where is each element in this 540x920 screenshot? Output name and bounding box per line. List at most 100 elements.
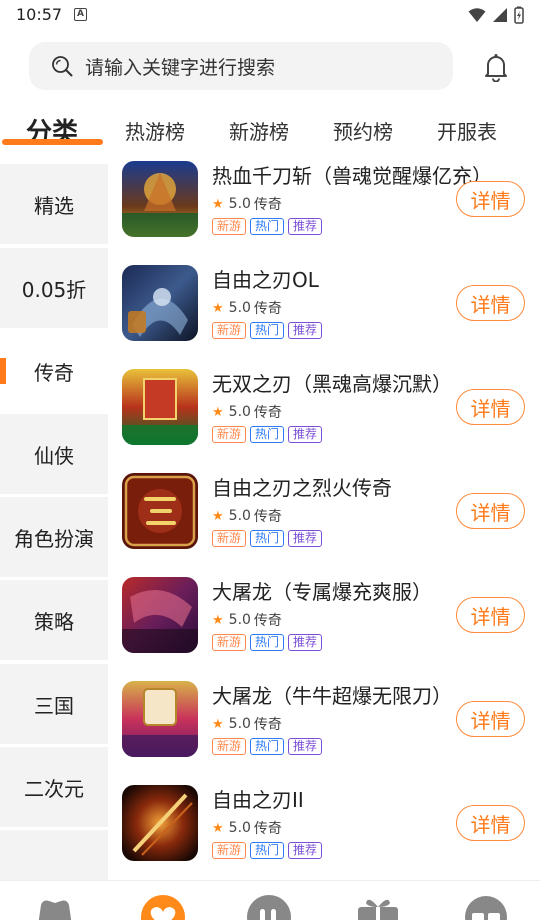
tag-recommend: 推荐 [288, 426, 323, 443]
search-input[interactable]: 请输入关键字进行搜索 [29, 42, 453, 90]
game-meta: ★ 5.0 传奇 [212, 714, 282, 734]
details-button[interactable]: 详情 [456, 493, 525, 529]
tag-hot: 热门 [250, 426, 285, 443]
list-item[interactable]: 热血千刀斩（兽魂觉醒爆亿充） ★ 5.0 传奇 新游 热门 推荐 详情 [108, 160, 540, 264]
tag-recommend: 推荐 [288, 842, 323, 859]
sidebar-item-label: 角色扮演 [14, 526, 94, 551]
game-score: 5.0 [228, 612, 251, 628]
game-icon [122, 577, 198, 653]
tag-hot: 热门 [250, 322, 285, 339]
details-button[interactable]: 详情 [456, 805, 525, 841]
category-sidebar: 精选 0.05折 传奇 仙侠 角色扮演 策略 三国 二次元 玄幻 [0, 160, 108, 880]
sidebar-item-rpg[interactable]: 角色扮演 [0, 497, 108, 577]
game-genre: 传奇 [253, 613, 282, 629]
game-genre: 传奇 [253, 197, 282, 213]
game-meta: ★ 5.0 传奇 [212, 298, 282, 318]
game-score: 5.0 [228, 716, 251, 732]
list-item[interactable]: 大屠龙（牛牛超爆无限刀） ★ 5.0 传奇 新游 热门 推荐 详情 [108, 680, 540, 784]
sidebar-item-label: 仙侠 [34, 443, 74, 468]
tag-hot: 热门 [250, 530, 285, 547]
game-meta: ★ 5.0 传奇 [212, 506, 282, 526]
game-tags: 新游 热门 推荐 [212, 426, 323, 443]
tag-recommend: 推荐 [288, 530, 323, 547]
game-list: 热血千刀斩（兽魂觉醒爆亿充） ★ 5.0 传奇 新游 热门 推荐 详情 自由之刃… [108, 160, 540, 880]
star-icon: ★ [212, 300, 224, 316]
gift-icon[interactable] [356, 893, 400, 920]
sidebar-item-featured[interactable]: 精选 [0, 164, 108, 244]
game-title: 热血千刀斩（兽魂觉醒爆亿充） [212, 164, 492, 188]
game-score: 5.0 [228, 196, 251, 212]
details-button[interactable]: 详情 [456, 181, 525, 217]
chat-icon[interactable] [246, 893, 292, 920]
tag-new: 新游 [212, 530, 247, 547]
details-button[interactable]: 详情 [456, 285, 525, 321]
game-genre: 传奇 [253, 821, 282, 837]
star-icon: ★ [212, 716, 224, 732]
list-item[interactable]: 大屠龙（专属爆充爽服） ★ 5.0 传奇 新游 热门 推荐 详情 [108, 576, 540, 680]
battery-icon [514, 6, 524, 24]
list-item[interactable]: 自由之刃II ★ 5.0 传奇 新游 热门 推荐 详情 [108, 784, 540, 880]
active-category-marker [0, 358, 6, 384]
search-placeholder: 请输入关键字进行搜索 [85, 56, 276, 79]
list-item[interactable]: 自由之刃之烈火传奇 ★ 5.0 传奇 新游 热门 推荐 详情 [108, 472, 540, 576]
details-button[interactable]: 详情 [456, 389, 525, 425]
game-tags: 新游 热门 推荐 [212, 634, 323, 651]
sidebar-item-label: 传奇 [34, 360, 74, 385]
game-icon [122, 473, 198, 549]
tag-new: 新游 [212, 738, 247, 755]
game-meta: ★ 5.0 传奇 [212, 194, 282, 214]
list-item[interactable]: 自由之刃OL ★ 5.0 传奇 新游 热门 推荐 详情 [108, 264, 540, 368]
tab-hot-games[interactable]: 热游榜 [125, 116, 185, 145]
game-title: 大屠龙（专属爆充爽服） [212, 580, 432, 604]
game-icon [122, 681, 198, 757]
sidebar-item-fantasy[interactable]: 玄幻 [0, 830, 108, 880]
tag-hot: 热门 [250, 738, 285, 755]
tag-recommend: 推荐 [288, 218, 323, 235]
game-score: 5.0 [228, 820, 251, 836]
game-title: 无双之刃（黑魂高爆沉默） [212, 372, 452, 396]
profile-glasses-icon[interactable] [464, 893, 508, 920]
sidebar-item-anime[interactable]: 二次元 [0, 747, 108, 827]
sidebar-item-three-kingdoms[interactable]: 三国 [0, 664, 108, 744]
gamepad-icon[interactable] [33, 893, 77, 920]
game-title: 自由之刃OL [212, 268, 319, 292]
notification-a-icon: A [74, 8, 87, 21]
game-title: 大屠龙（牛牛超爆无限刀） [212, 684, 452, 708]
star-icon: ★ [212, 508, 224, 524]
details-button[interactable]: 详情 [456, 701, 525, 737]
bottom-nav [0, 880, 540, 920]
category-tabs: 分类 热游榜 新游榜 预约榜 开服表 [0, 108, 540, 152]
sidebar-item-legend[interactable]: 传奇 [0, 331, 108, 411]
game-genre: 传奇 [253, 509, 282, 525]
tag-hot: 热门 [250, 634, 285, 651]
game-icon [122, 785, 198, 861]
details-button[interactable]: 详情 [456, 597, 525, 633]
game-score: 5.0 [228, 300, 251, 316]
bell-icon[interactable] [482, 52, 510, 82]
tag-new: 新游 [212, 322, 247, 339]
list-item[interactable]: 无双之刃（黑魂高爆沉默） ★ 5.0 传奇 新游 热门 推荐 详情 [108, 368, 540, 472]
game-genre: 传奇 [253, 405, 282, 421]
game-tags: 新游 热门 推荐 [212, 530, 323, 547]
game-tags: 新游 热门 推荐 [212, 738, 323, 755]
tag-hot: 热门 [250, 842, 285, 859]
tab-server-schedule[interactable]: 开服表 [437, 116, 497, 145]
star-icon: ★ [212, 820, 224, 836]
game-title: 自由之刃之烈火传奇 [212, 476, 392, 500]
tab-new-games[interactable]: 新游榜 [229, 116, 289, 145]
sidebar-item-label: 三国 [34, 693, 74, 718]
tab-reservation[interactable]: 预约榜 [333, 116, 393, 145]
game-icon [122, 369, 198, 445]
star-icon: ★ [212, 612, 224, 628]
game-tags: 新游 热门 推荐 [212, 218, 323, 235]
game-meta: ★ 5.0 传奇 [212, 610, 282, 630]
game-title: 自由之刃II [212, 788, 304, 812]
sidebar-item-xianxia[interactable]: 仙侠 [0, 414, 108, 494]
sidebar-item-label: 二次元 [24, 776, 84, 801]
wifi-icon [468, 8, 486, 22]
sidebar-item-discount[interactable]: 0.05折 [0, 248, 108, 328]
status-icons [468, 6, 524, 24]
sidebar-item-strategy[interactable]: 策略 [0, 580, 108, 660]
game-icon [122, 265, 198, 341]
heart-icon[interactable] [140, 893, 186, 920]
